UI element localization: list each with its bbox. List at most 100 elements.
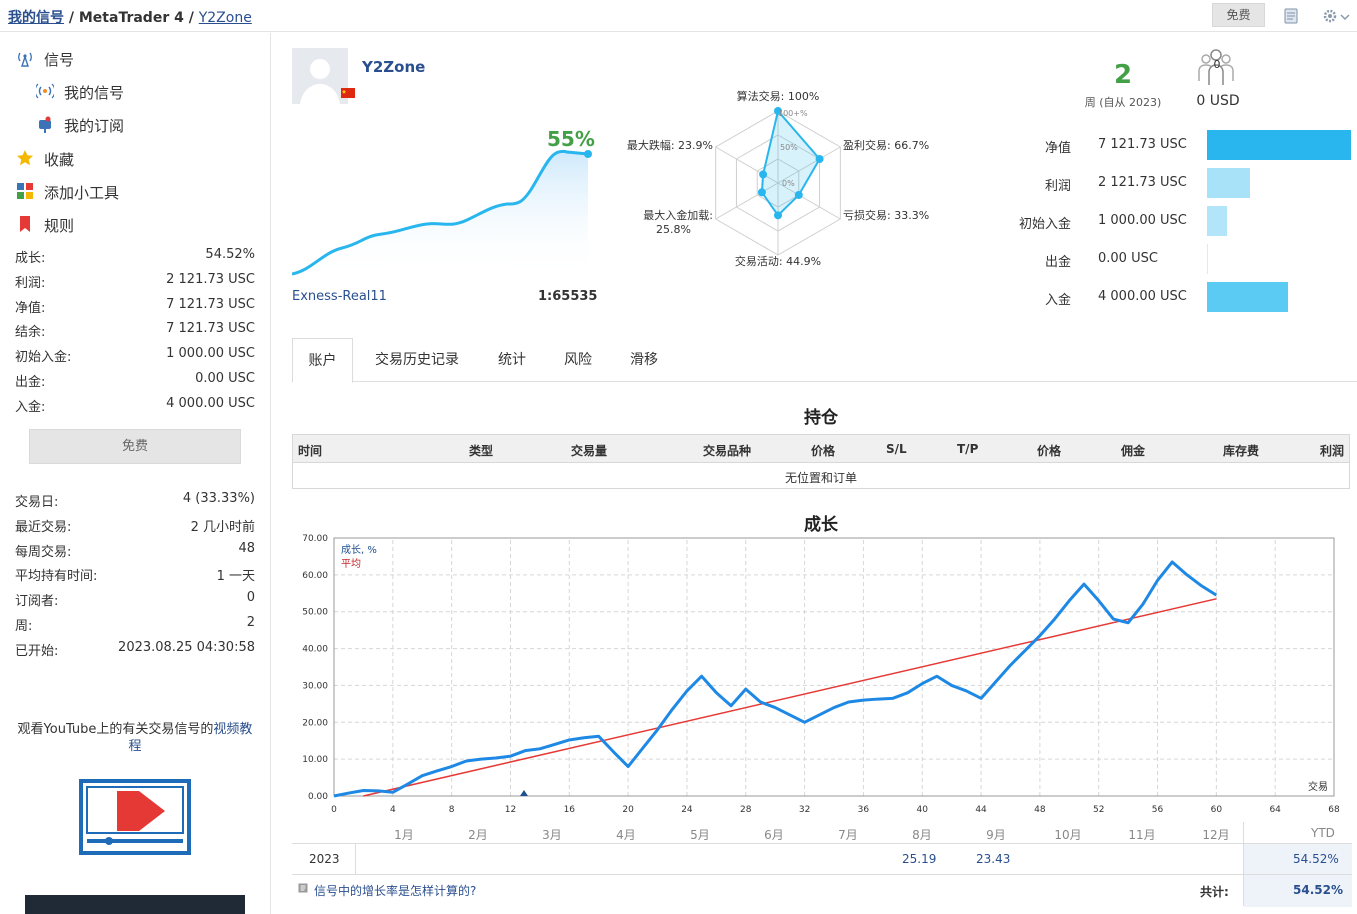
- col-price[interactable]: 价格: [811, 442, 835, 459]
- col-swap[interactable]: 库存费: [1223, 442, 1259, 459]
- stat-row: 最近交易: 2 几小时前: [15, 516, 255, 536]
- breadcrumb-signal[interactable]: Y2Zone: [199, 10, 252, 26]
- balance-bar: [1207, 168, 1250, 198]
- y-tick-label: 20.00: [302, 718, 328, 728]
- signal-name[interactable]: Y2Zone: [362, 58, 425, 76]
- col-type[interactable]: 类型: [469, 442, 493, 459]
- radar-ring-100: 100+%: [778, 109, 808, 118]
- x-tick-label: 4: [390, 805, 396, 815]
- growth-faq-link[interactable]: 信号中的增长率是怎样计算的?: [314, 882, 476, 899]
- positions-empty: 无位置和订单: [784, 471, 857, 485]
- video-thumbnail[interactable]: [25, 895, 245, 914]
- nav-signals[interactable]: 信号: [0, 43, 271, 73]
- col-profit[interactable]: 利润: [1320, 442, 1344, 459]
- stat-label: 利润:: [15, 275, 46, 291]
- stat-row: 每周交易: 48: [15, 541, 255, 561]
- month-label: 6月: [764, 828, 784, 842]
- positions-header: 时间 类型 交易量 交易品种 价格 S/L T/P 价格 佣金 库存费 利润: [293, 435, 1349, 463]
- stat-value: 7 121.73 USC: [166, 321, 255, 337]
- stat-row: 交易日: 4 (33.33%): [15, 491, 255, 511]
- month-label: 2月: [468, 828, 488, 842]
- balance-label: 出金: [1044, 255, 1071, 270]
- info-icon: [298, 883, 308, 893]
- col-sl[interactable]: S/L: [886, 442, 907, 456]
- col-volume[interactable]: 交易量: [571, 442, 607, 459]
- stat-label: 最近交易:: [15, 519, 72, 535]
- col-symbol[interactable]: 交易品种: [703, 442, 751, 459]
- balance-bar: [1207, 130, 1351, 160]
- tab-account[interactable]: 账户: [292, 338, 353, 383]
- tab-risk[interactable]: 风险: [550, 338, 606, 382]
- month-label: 1月: [394, 828, 414, 842]
- x-tick-label: 60: [1211, 805, 1223, 815]
- stat-value: 2: [246, 615, 255, 630]
- nav-my-subscriptions[interactable]: 我的订阅: [0, 109, 271, 139]
- stat-value: 2 几小时前: [190, 519, 255, 535]
- positions-table: 时间 类型 交易量 交易品种 价格 S/L T/P 价格 佣金 库存费 利润 无…: [292, 434, 1350, 489]
- stat-label: 结余:: [15, 325, 46, 341]
- sidebar-free-button[interactable]: 免费: [29, 429, 241, 464]
- weeks-count: 2: [1113, 60, 1133, 90]
- balance-value: 4 000.00 USC: [1098, 289, 1187, 304]
- month-label: 9月: [986, 828, 1006, 842]
- x-tick-label: 68: [1328, 805, 1340, 815]
- subscribe-free-button[interactable]: 免费: [1212, 3, 1265, 27]
- nav-my-signals[interactable]: 我的信号: [0, 76, 271, 106]
- x-tick-label: 24: [681, 805, 693, 815]
- stat-value: 2023.08.25 04:30:58: [118, 639, 255, 655]
- y-tick-label: 0.00: [308, 792, 328, 802]
- balance-label: 利润: [1044, 179, 1071, 194]
- deposit-marker: [520, 790, 528, 796]
- sidebar: 信号 我的信号 我的订阅 收藏 添加小工具 规则 成长: 54.52% 利润: …: [0, 33, 271, 914]
- month-label: 5月: [690, 828, 710, 842]
- stat-row: 周: 2: [15, 615, 255, 635]
- breadcrumb: 我的信号 / MetaTrader 4 / Y2Zone: [8, 10, 252, 26]
- balance-bar: [1207, 244, 1208, 274]
- stat-row: 结余: 7 121.73 USC: [15, 321, 255, 341]
- col-time[interactable]: 时间: [298, 442, 322, 459]
- stat-row: 入金: 4 000.00 USC: [15, 396, 255, 416]
- month-label: 10月: [1054, 828, 1082, 842]
- radar-label-algo: 算法交易: 100%: [737, 90, 820, 103]
- balance-label: 净值: [1044, 141, 1071, 156]
- total-label: 共计:: [1200, 885, 1229, 899]
- x-tick-label: 28: [740, 805, 752, 815]
- tab-statistics[interactable]: 统计: [482, 338, 542, 382]
- x-tick-label: 32: [799, 805, 810, 815]
- balance-value: 7 121.73 USC: [1098, 137, 1187, 152]
- col-commission[interactable]: 佣金: [1121, 442, 1145, 459]
- video-player-icon[interactable]: [79, 779, 191, 855]
- stat-value: 4 (33.33%): [182, 491, 255, 506]
- y-tick-label: 30.00: [302, 681, 328, 691]
- month-label: 4月: [616, 828, 636, 842]
- col-price-2[interactable]: 价格: [1037, 442, 1061, 459]
- sep-value: 23.43: [976, 852, 1011, 866]
- chevron-down-icon[interactable]: [1340, 8, 1350, 24]
- x-tick-label: 8: [449, 805, 455, 815]
- col-tp[interactable]: T/P: [957, 442, 978, 456]
- x-tick-label: 36: [858, 805, 870, 815]
- y-tick-label: 10.00: [302, 755, 328, 765]
- radar-point: [815, 154, 824, 163]
- stat-row: 已开始: 2023.08.25 04:30:58: [15, 640, 255, 660]
- stat-row: 初始入金: 1 000.00 USC: [15, 346, 255, 366]
- tab-slippage[interactable]: 滑移: [616, 338, 672, 382]
- subscribers-amount: 0 USD: [1196, 93, 1240, 109]
- stat-label: 初始入金:: [15, 350, 72, 366]
- month-label: 11月: [1128, 828, 1156, 842]
- report-icon[interactable]: [1283, 8, 1299, 24]
- positions-title: 持仓: [804, 408, 838, 428]
- stat-value: 1 一天: [216, 569, 255, 585]
- tab-trade-history[interactable]: 交易历史记录: [362, 338, 472, 382]
- stat-label: 交易日:: [15, 495, 59, 510]
- antenna-icon: [18, 52, 32, 67]
- month-label: 3月: [542, 828, 562, 842]
- legend-average: 平均: [341, 558, 361, 570]
- x-tick-label: 52: [1093, 805, 1104, 815]
- broadcast-icon: [36, 83, 54, 99]
- balance-value: 1 000.00 USC: [1098, 213, 1187, 228]
- balance-bar: [1207, 282, 1288, 312]
- gear-icon[interactable]: [1322, 8, 1338, 24]
- legend-growth: 成长, %: [341, 544, 377, 556]
- breadcrumb-my-signals[interactable]: 我的信号: [8, 10, 64, 26]
